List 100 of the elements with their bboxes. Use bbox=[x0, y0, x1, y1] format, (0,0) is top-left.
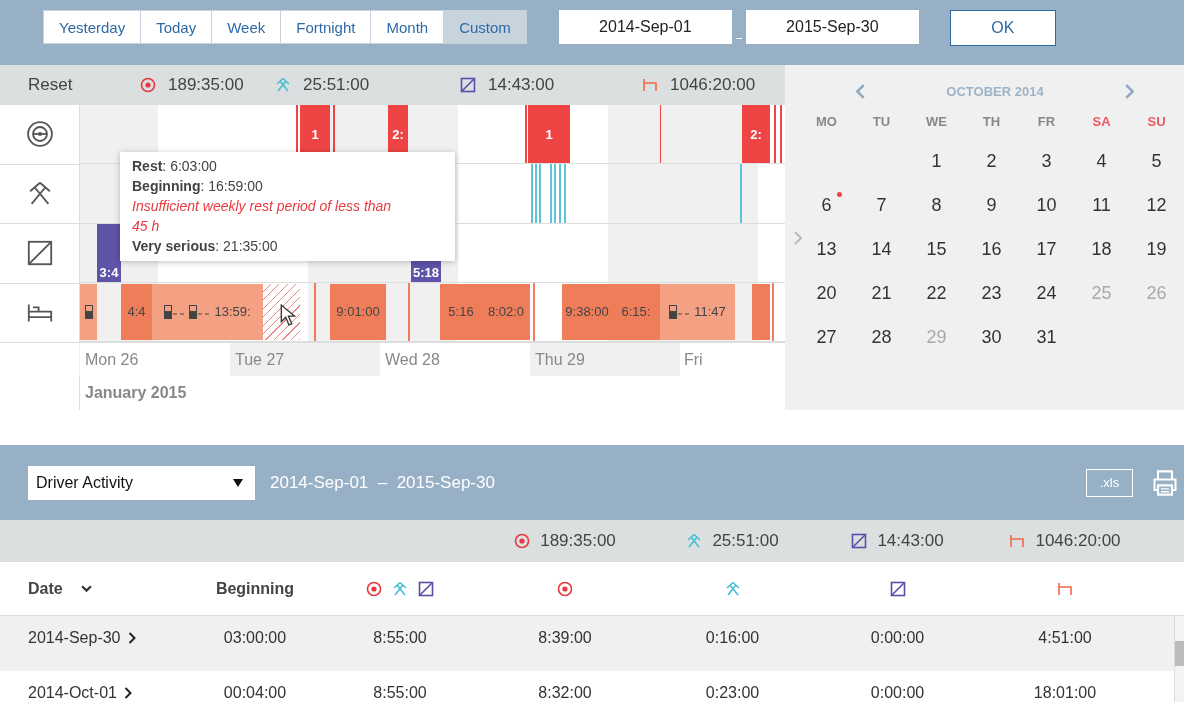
calendar-day[interactable]: 23 bbox=[981, 282, 1002, 304]
calendar-day[interactable]: 10 bbox=[1036, 194, 1057, 216]
bed-icon bbox=[1009, 533, 1026, 549]
crossed-hammers-icon bbox=[392, 580, 408, 597]
calendar-day[interactable]: 16 bbox=[981, 238, 1002, 260]
rest-period-bar[interactable]: 11:47 bbox=[660, 283, 735, 340]
calendar-day[interactable]: 1 bbox=[931, 150, 942, 172]
calendar-day[interactable]: 3 bbox=[1041, 150, 1052, 172]
target-icon bbox=[514, 533, 531, 549]
calendar-day[interactable]: 11 bbox=[1092, 194, 1111, 216]
selected-rest-bar[interactable] bbox=[263, 283, 300, 340]
weekday-label: WE bbox=[926, 113, 947, 129]
calendar-day[interactable]: 15 bbox=[926, 238, 947, 260]
report-date-range: 2014-Sep-01 – 2015-Sep-30 bbox=[270, 472, 495, 493]
calendar-day[interactable]: 19 bbox=[1146, 238, 1167, 260]
drive-period-bar[interactable]: 2: bbox=[742, 105, 770, 164]
table-cell: 0:00:00 bbox=[870, 629, 925, 647]
calendar-day[interactable]: 12 bbox=[1146, 194, 1167, 216]
chevron-right-icon[interactable] bbox=[794, 231, 802, 245]
target-icon bbox=[557, 580, 573, 597]
end-date-field[interactable]: 2015-Sep-30 bbox=[745, 10, 919, 44]
total-duration: 189:35:00 bbox=[540, 531, 616, 551]
rest-period-bar[interactable]: 9:38:00 bbox=[562, 283, 612, 340]
calendar-day[interactable]: 17 bbox=[1036, 238, 1057, 260]
next-month-icon[interactable] bbox=[1125, 83, 1134, 99]
column-header[interactable]: Date bbox=[28, 579, 63, 598]
column-header[interactable]: Beginning bbox=[215, 579, 295, 598]
calendar-day[interactable]: 18 bbox=[1091, 238, 1112, 260]
calendar-day[interactable]: 14 bbox=[871, 238, 892, 260]
activity-stripe bbox=[564, 164, 566, 223]
table-cell: 8:55:00 bbox=[373, 629, 427, 647]
reset-link[interactable]: Reset bbox=[28, 75, 73, 95]
table-cell: 0:16:00 bbox=[705, 629, 760, 647]
rest-period-bar[interactable]: 6:15: bbox=[612, 283, 660, 340]
sort-chevron-icon[interactable] bbox=[80, 584, 92, 593]
target-icon bbox=[366, 580, 382, 597]
table-cell: 4:51:00 bbox=[1038, 629, 1092, 647]
print-icon[interactable] bbox=[1151, 468, 1179, 497]
calendar-day[interactable]: 20 bbox=[816, 282, 837, 304]
calendar-day[interactable]: 4 bbox=[1096, 150, 1107, 172]
calendar-day[interactable]: 30 bbox=[981, 326, 1002, 348]
calendar-day[interactable]: 5 bbox=[1151, 150, 1162, 172]
calendar-day[interactable]: 2 bbox=[986, 150, 997, 172]
calendar-day[interactable]: 27 bbox=[816, 326, 837, 348]
activity-stripe bbox=[772, 282, 774, 341]
weekday-label: TH bbox=[982, 113, 1001, 129]
rest-period-bar[interactable] bbox=[80, 283, 97, 340]
card-icon bbox=[164, 304, 187, 319]
weekday-label: TU bbox=[872, 113, 891, 129]
calendar-day[interactable]: 28 bbox=[871, 326, 892, 348]
activity-stripe bbox=[774, 105, 776, 164]
total-duration: 1046:20:00 bbox=[1035, 531, 1121, 551]
calendar-day[interactable]: 31 bbox=[1036, 326, 1057, 348]
rest-period-bar[interactable]: 5:16 bbox=[440, 283, 482, 340]
range-tab[interactable]: Today bbox=[141, 10, 213, 44]
activity-stripe bbox=[535, 164, 537, 223]
total-duration: 14:43:00 bbox=[488, 75, 555, 95]
table-cell: 18:01:00 bbox=[1033, 684, 1097, 702]
chevron-right-icon bbox=[127, 632, 136, 644]
range-tab[interactable]: Week bbox=[212, 10, 282, 44]
drive-period-bar[interactable]: 1 bbox=[528, 105, 570, 164]
card-icon bbox=[189, 304, 212, 319]
table-cell: 8:55:00 bbox=[373, 684, 427, 702]
start-date-field[interactable]: 2014-Sep-01 bbox=[558, 10, 732, 44]
calendar-day[interactable]: 9 bbox=[986, 194, 997, 216]
scrollbar[interactable] bbox=[1174, 616, 1184, 702]
crossed-hammers-icon bbox=[275, 77, 291, 93]
range-tab[interactable]: Custom bbox=[444, 10, 527, 44]
activity-stripe bbox=[559, 164, 561, 223]
activity-stripe bbox=[539, 164, 541, 223]
date-link[interactable]: 2014-Oct-01 bbox=[28, 684, 132, 702]
calendar-day[interactable]: 6 bbox=[821, 194, 832, 216]
date-link[interactable]: 2014-Sep-30 bbox=[28, 629, 136, 647]
range-tab[interactable]: Yesterday bbox=[43, 10, 142, 44]
calendar-day[interactable]: 13 bbox=[816, 238, 837, 260]
total-duration: 14:43:00 bbox=[877, 531, 944, 551]
calendar-day[interactable]: 8 bbox=[931, 194, 942, 216]
ok-button[interactable]: OK bbox=[949, 10, 1056, 46]
calendar-day[interactable]: 21 bbox=[871, 282, 892, 304]
calendar-day[interactable]: 24 bbox=[1036, 282, 1057, 304]
previous-month-icon[interactable] bbox=[856, 83, 865, 99]
bed-icon bbox=[1057, 580, 1073, 597]
slashed-square-icon bbox=[851, 533, 868, 549]
range-tab[interactable]: Month bbox=[371, 10, 445, 44]
rest-period-bar[interactable]: 8:02:0 bbox=[482, 283, 530, 340]
table-cell: 0:23:00 bbox=[705, 684, 760, 702]
target-icon bbox=[140, 77, 156, 93]
tooltip-field: Very serious: 21:35:00 bbox=[132, 236, 443, 256]
rest-period-bar[interactable]: 9:01:00 bbox=[330, 283, 386, 340]
available-period-bar[interactable]: 3:4 bbox=[97, 223, 121, 282]
calendar-day[interactable]: 22 bbox=[926, 282, 947, 304]
crossed-hammers-icon bbox=[686, 533, 703, 549]
range-tab[interactable]: Fortnight bbox=[281, 10, 372, 44]
slashed-square-icon bbox=[25, 239, 54, 268]
warning-text: Insufficient weekly rest period of less than 45 h bbox=[132, 197, 393, 236]
calendar-day[interactable]: 7 bbox=[876, 194, 887, 216]
report-dropdown[interactable]: Driver Activity bbox=[28, 465, 255, 500]
total-duration: 25:51:00 bbox=[712, 531, 779, 551]
rest-period-bar[interactable]: 4:4 bbox=[121, 283, 152, 340]
rest-period-bar[interactable]: 13:59: bbox=[152, 283, 263, 340]
